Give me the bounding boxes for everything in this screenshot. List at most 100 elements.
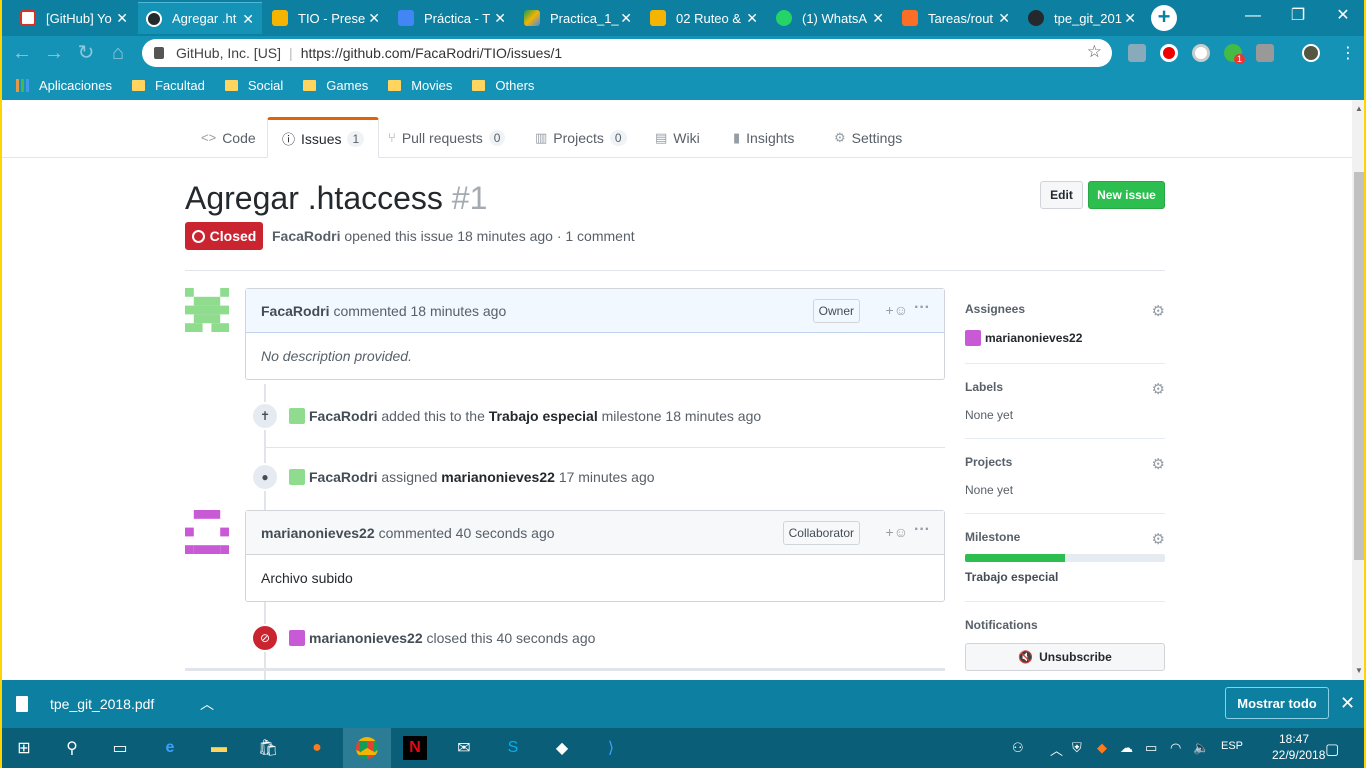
search-icon[interactable]: ⚲ (60, 736, 84, 760)
more-options-icon[interactable]: ··· (914, 521, 930, 539)
tab-drive[interactable]: Practica_1_ ✕ (516, 2, 640, 34)
new-issue-button[interactable]: New issue (1088, 181, 1165, 209)
page-scrollbar[interactable]: ▲ ▼ (1352, 100, 1366, 680)
back-button[interactable]: ← (10, 41, 34, 65)
tab-slides[interactable]: TIO - Prese ✕ (264, 2, 388, 34)
tab-projects[interactable]: ▥ Projects 0 (535, 117, 627, 158)
comment-time[interactable]: commented 18 minutes ago (333, 303, 506, 319)
comment-author[interactable]: FacaRodri (261, 303, 329, 319)
chevron-up-icon[interactable]: ︿ (200, 694, 214, 714)
task-view-icon[interactable]: ▭ (108, 736, 132, 760)
amazon-extension-icon[interactable] (1256, 44, 1274, 62)
comment-author[interactable]: marianonieves22 (261, 525, 375, 541)
chevron-up-icon[interactable]: ︿ (1050, 740, 1063, 759)
comment-time[interactable]: commented 40 seconds ago (379, 525, 555, 541)
avatar[interactable] (185, 288, 229, 332)
chrome-icon[interactable] (343, 728, 391, 768)
language-indicator[interactable]: ESP (1221, 740, 1243, 752)
clock[interactable]: 18:47 22/9/2018 (1272, 731, 1325, 763)
tab-gitlab[interactable]: Tareas/rout ✕ (894, 2, 1018, 34)
tab-gmail[interactable]: [GitHub] Yo ✕ (12, 2, 136, 34)
tab-slides-2[interactable]: 02 Ruteo & ✕ (642, 2, 766, 34)
close-icon[interactable]: ✕ (746, 10, 758, 27)
scroll-up-arrow[interactable]: ▲ (1355, 104, 1363, 113)
opera-extension-icon[interactable] (1160, 44, 1178, 62)
vscode-icon[interactable]: ⟩ (599, 736, 623, 760)
close-icon[interactable]: ✕ (872, 10, 884, 27)
forward-button[interactable]: → (42, 41, 66, 65)
bookmark-social[interactable]: Social (224, 70, 283, 100)
download-extension-icon[interactable] (1128, 44, 1146, 62)
skype-icon[interactable]: S (501, 736, 525, 760)
minimize-button[interactable]: — (1230, 0, 1276, 32)
add-reaction-icon[interactable]: +☺ (886, 524, 908, 540)
close-icon[interactable]: ✕ (242, 11, 254, 28)
tab-whatsapp[interactable]: (1) WhatsA ✕ (768, 2, 892, 34)
file-explorer-icon[interactable]: ▬ (207, 736, 231, 760)
tab-docs[interactable]: Práctica - T ✕ (390, 2, 514, 34)
event-actor[interactable]: marianonieves22 (309, 630, 423, 646)
close-icon[interactable]: ✕ (368, 10, 380, 27)
reload-button[interactable]: ↻ (74, 41, 98, 65)
gear-icon[interactable]: ⚙ (1152, 530, 1165, 548)
avatar[interactable] (289, 408, 305, 424)
tab-github-repo[interactable]: tpe_git_201 ✕ (1020, 2, 1144, 34)
windows-start-icon[interactable]: ⊞ (12, 736, 36, 760)
people-icon[interactable]: ⚇ (1012, 740, 1024, 756)
avatar[interactable] (289, 630, 305, 646)
close-icon[interactable]: ✕ (1124, 10, 1136, 27)
store-icon[interactable]: 🛍 (256, 736, 280, 760)
firefox-icon[interactable]: ● (305, 736, 329, 760)
more-options-icon[interactable]: ··· (914, 299, 930, 317)
bookmark-games[interactable]: Games (303, 70, 368, 100)
tab-github-issue[interactable]: Agregar .ht ✕ (138, 2, 262, 34)
tab-pull-requests[interactable]: ⑂ Pull requests 0 (388, 117, 506, 158)
gear-icon[interactable]: ⚙ (1152, 455, 1165, 473)
close-icon[interactable]: ✕ (116, 10, 128, 27)
close-icon[interactable]: ✕ (1340, 693, 1355, 714)
assignee[interactable]: marianonieves22 (965, 330, 1165, 346)
event-actor[interactable]: FacaRodri (309, 469, 377, 485)
author-link[interactable]: FacaRodri (272, 228, 340, 244)
gear-icon[interactable]: ⚙ (1152, 380, 1165, 398)
milestone-link[interactable]: Trabajo especial (965, 570, 1165, 584)
edit-button[interactable]: Edit (1040, 181, 1083, 209)
avatar[interactable] (289, 469, 305, 485)
extension-icon[interactable] (1192, 44, 1210, 62)
battery-icon[interactable]: ▭ (1145, 740, 1157, 756)
close-icon[interactable]: ✕ (494, 10, 506, 27)
new-tab-button[interactable]: + (1151, 5, 1177, 31)
mail-icon[interactable]: ✉ (452, 736, 476, 760)
add-reaction-icon[interactable]: +☺ (886, 302, 908, 318)
download-item[interactable]: tpe_git_2018.pdf (16, 680, 154, 728)
netflix-icon[interactable]: N (403, 736, 427, 760)
tab-wiki[interactable]: ▤ Wiki (655, 117, 700, 158)
edge-icon[interactable]: e (158, 736, 182, 760)
bookmark-apps[interactable]: Aplicaciones (16, 70, 112, 100)
gear-icon[interactable]: ⚙ (1152, 302, 1165, 320)
tab-code[interactable]: <> Code (201, 117, 256, 158)
address-bar[interactable]: GitHub, Inc. [US] | https://github.com/F… (142, 39, 1112, 67)
unsubscribe-button[interactable]: 🔇 Unsubscribe (965, 643, 1165, 671)
restore-button[interactable]: ❐ (1275, 0, 1321, 32)
milestone-link[interactable]: Trabajo especial (489, 408, 598, 424)
volume-icon[interactable]: 🔈 (1193, 740, 1209, 756)
bookmark-star-icon[interactable]: ☆ (1087, 42, 1102, 62)
close-icon[interactable]: ✕ (620, 10, 632, 27)
bookmark-facultad[interactable]: Facultad (132, 70, 205, 100)
profile-avatar[interactable] (1302, 44, 1320, 62)
git-tool-icon[interactable]: ◆ (550, 736, 574, 760)
scroll-down-arrow[interactable]: ▼ (1355, 666, 1363, 675)
shield-icon[interactable]: ⛨ (1072, 740, 1082, 756)
wifi-icon[interactable]: ◠ (1170, 740, 1181, 756)
show-all-button[interactable]: Mostrar todo (1225, 687, 1329, 719)
avatar[interactable] (185, 510, 229, 554)
assignee-link[interactable]: marianonieves22 (441, 469, 555, 485)
url-text[interactable]: https://github.com/FacaRodri/TIO/issues/… (301, 45, 562, 61)
scroll-thumb[interactable] (1354, 172, 1364, 560)
bookmark-movies[interactable]: Movies (388, 70, 452, 100)
tab-issues[interactable]: ⓘ Issues 1 (267, 117, 380, 158)
event-actor[interactable]: FacaRodri (309, 408, 377, 424)
site-identity[interactable]: GitHub, Inc. [US] (176, 45, 281, 61)
close-icon[interactable]: ✕ (998, 10, 1010, 27)
